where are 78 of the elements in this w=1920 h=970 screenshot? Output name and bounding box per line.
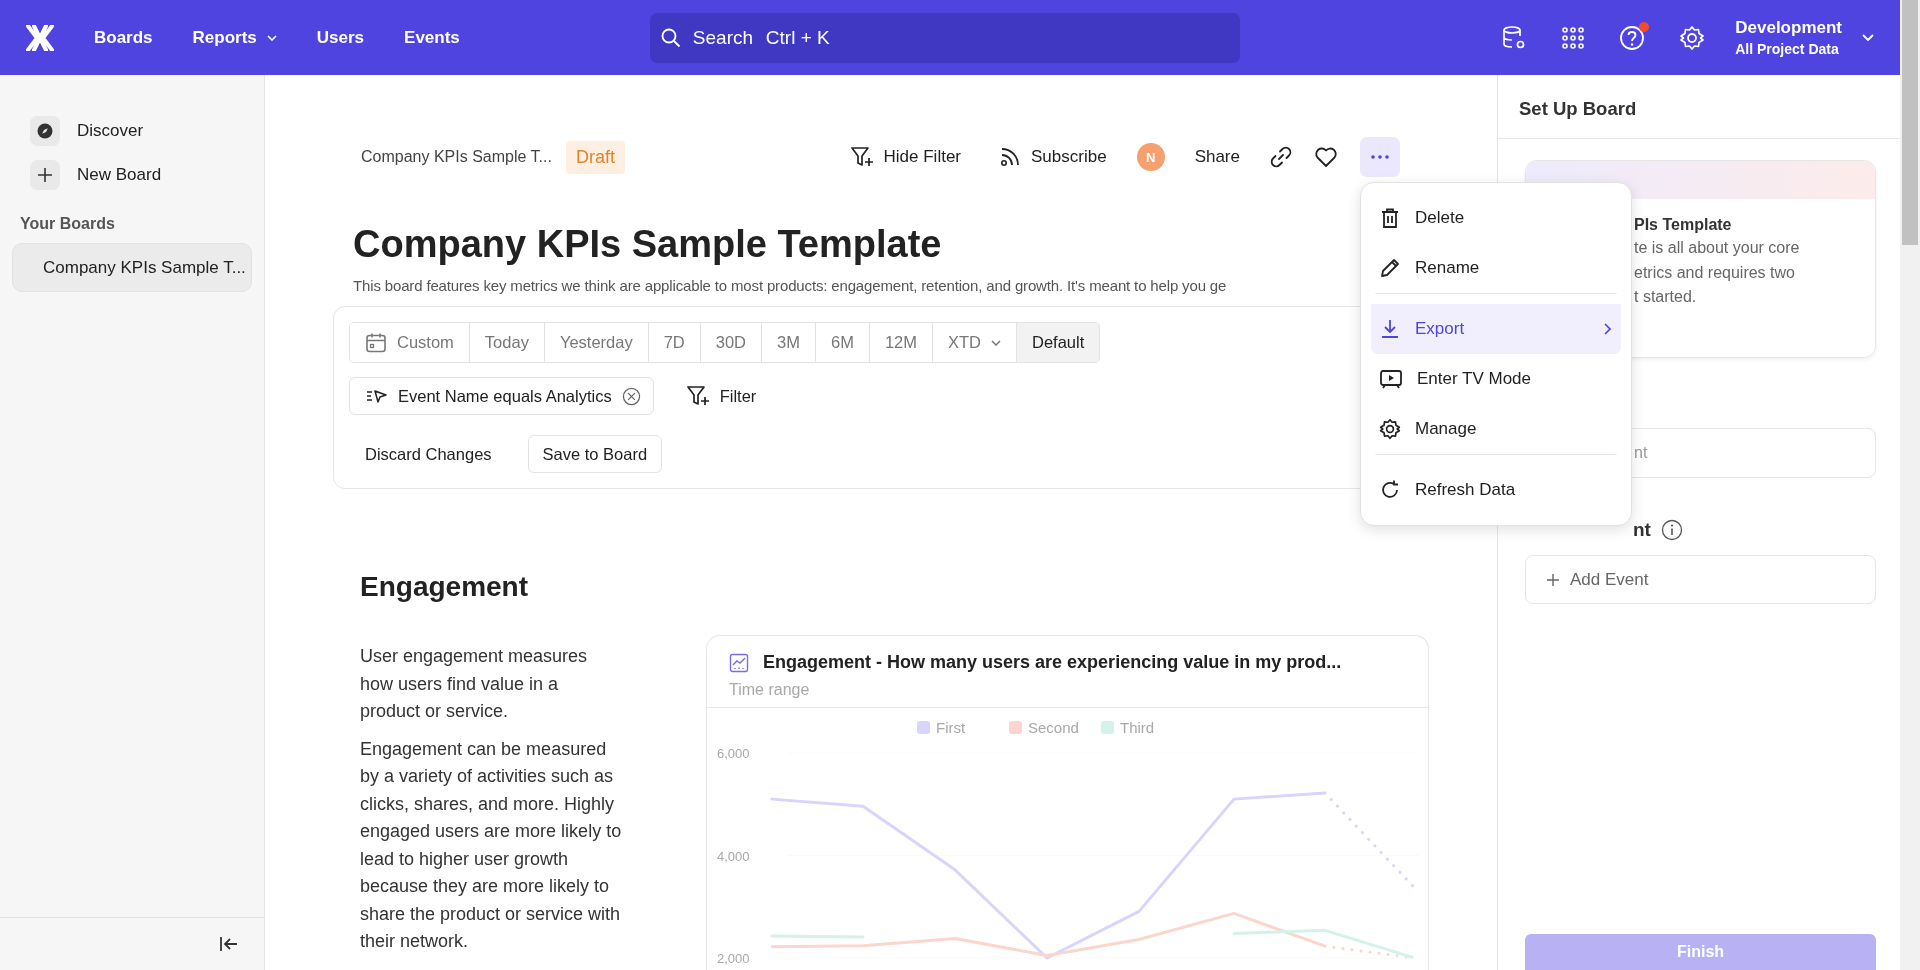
calendar-icon [365,331,387,354]
refresh-icon [1379,479,1401,501]
discard-changes-button[interactable]: Discard Changes [349,444,508,464]
legend-label: First [936,719,966,736]
filter-plus-icon [685,385,710,407]
shortcut-hint: Ctrl + K [765,26,830,49]
date-range-option[interactable]: Default [1017,323,1100,362]
filter-button[interactable]: Filter [679,384,763,408]
board-description: This board features key metrics we think are applicable to most products: engagement, retention, and growth. It's meant to help you ge [353,277,1227,294]
menu-item[interactable]: Rename [1371,243,1621,293]
field-heading: nt [1633,519,1651,541]
legend-label: Second [1028,719,1079,736]
menu-item[interactable]: Enter TV Mode [1371,354,1621,404]
legend-label: Third [1120,719,1155,736]
collapse-sidebar-icon[interactable] [219,936,239,952]
nav-link[interactable]: Users [316,27,365,48]
remove-icon[interactable] [621,386,641,406]
more-options-button[interactable] [1360,137,1400,177]
nav-link[interactable]: Events [404,27,460,48]
filter-chip[interactable]: Event Name equals Analytics [349,377,654,415]
filter-plus-icon [849,146,874,168]
y-axis-label: 4,000 [717,848,750,864]
sidebar-link[interactable]: Discover [12,109,252,153]
date-range-option[interactable]: Custom [350,323,470,362]
project-selector[interactable]: Development All Project Data [1735,18,1874,57]
heart-icon[interactable] [1314,146,1338,168]
status-badge: Draft [565,140,625,174]
line-chart-icon [729,652,749,673]
link-icon[interactable] [1270,146,1292,168]
chevron-down-icon [1862,34,1874,41]
y-axis-label: 2,000 [717,951,750,966]
menu-item[interactable]: Delete [1371,193,1621,243]
rss-icon [999,146,1021,168]
logo-icon[interactable] [26,24,54,51]
menu-item[interactable]: Export [1371,293,1621,354]
help-icon[interactable] [1619,24,1646,51]
chart-subtitle: Time range [729,681,811,699]
chevron-right-icon [1604,323,1611,335]
scrollbar[interactable] [1900,0,1920,970]
template-description-line: te is all about your core [1634,238,1801,258]
breadcrumb: Company KPIs Sample T... [361,148,552,166]
section-paragraph: User engagement measures how users find value in a product or service. [360,645,589,723]
y-axis-label: 6,000 [717,746,750,761]
chevron-down-icon [991,339,1001,346]
section-title: Your Boards [20,215,116,233]
download-icon [1379,318,1401,340]
nav-link[interactable]: Boards [94,27,153,48]
board-list-item[interactable]: Company KPIs Sample T... [12,243,252,292]
subscribe-button[interactable]: Subscribe [991,146,1115,168]
info-icon[interactable] [1660,519,1683,541]
template-description-line: etrics and requires two [1634,262,1796,283]
apps-grid-icon[interactable] [1561,25,1586,50]
chevron-down-icon [266,34,277,41]
more-icon [1371,155,1389,159]
section-paragraph: Engagement can be measured by a variety of activities such as clicks, shares, and more. Highly engaged users are more likely to lead to higher user growth because they are more likely to share the product or service with their network. [360,737,622,953]
nav-link[interactable]: Reports [192,27,277,48]
section-heading: Engagement [360,571,530,603]
search-icon [660,27,681,48]
save-to-board-button[interactable]: Save to Board [527,435,663,473]
board-title: Company KPIs Sample Template [353,222,942,267]
tv-icon [1379,368,1403,390]
hide-filter-button[interactable]: Hide Filter [841,146,969,168]
plus-icon [37,167,53,183]
pencil-icon [1379,257,1401,279]
chart-title: Engagement - How many users are experiencing value in my prod... [763,652,1342,673]
filter-label: Event Name equals Analytics [398,386,612,406]
template-description-line: t started. [1634,287,1698,307]
sidebar-link[interactable]: New Board [12,153,252,197]
template-title: PIs Template [1634,216,1733,234]
scrollbar-thumb[interactable] [1902,0,1918,245]
trash-icon [1379,207,1401,229]
plus-icon [1546,572,1560,587]
event-filter-icon [366,389,388,403]
gear-icon [1379,418,1401,440]
add-event-button[interactable]: Add Event [1525,555,1876,604]
share-button[interactable]: Share [1186,147,1248,167]
compass-icon [37,123,53,139]
settings-icon[interactable] [1679,24,1706,51]
